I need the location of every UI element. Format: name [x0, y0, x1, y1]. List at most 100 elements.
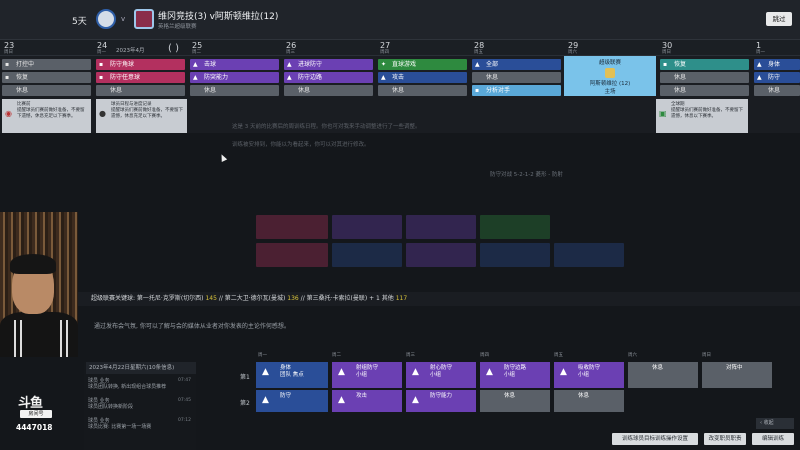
news-item[interactable]: 球员 业务 球员团队转换, 新出现组合球员推荐 — [88, 378, 188, 390]
day-name: 周二 — [192, 50, 201, 55]
row-label: 第2 — [240, 400, 250, 407]
away-crest-icon — [134, 9, 154, 29]
week-header: 周三 — [406, 353, 415, 358]
session-cell[interactable]: ✦ 直球游戏 — [378, 59, 467, 70]
session-cell[interactable]: 休息 — [472, 72, 561, 83]
bg-session — [480, 243, 550, 267]
info-card[interactable]: ● 球员日程与进度记录 提醒球员们赛前做好准备，不要留下遗憾，休息充足以下赛季。 — [96, 99, 187, 133]
calendar-day[interactable]: 29 周六 — [564, 40, 657, 56]
schedule-cell[interactable]: 休息 — [554, 390, 624, 412]
room-id: 4447018 — [16, 423, 53, 432]
schedule-cell[interactable]: 对阵中 — [702, 362, 772, 388]
session-cell[interactable]: 休息 — [378, 85, 467, 96]
schedule-cell[interactable]: ▲ 防守边路 小组 — [480, 362, 550, 388]
skip-button[interactable]: 跳过 — [766, 12, 792, 26]
calendar-day[interactable]: 28 周五 — [470, 40, 563, 56]
attack-icon: ▲ — [193, 74, 198, 81]
calendar-day[interactable]: 27 周四 — [376, 40, 469, 56]
session-cell[interactable]: 休息 — [660, 72, 749, 83]
defend-icon: ▲ — [486, 367, 493, 377]
attack-icon: ▲ — [193, 61, 198, 68]
opponent-crest-icon — [605, 68, 615, 78]
bg-session — [406, 215, 476, 239]
info-card[interactable]: ◉ 比赛前 提醒球员们赛前做好准备，不要留下遗憾，休息充足以下赛季。 — [2, 99, 91, 133]
defend-icon: ▲ — [287, 61, 292, 68]
news-item[interactable]: 球员 业务 球员团队转换新阶段 — [88, 398, 188, 410]
session-cell[interactable]: 休息 — [2, 85, 91, 96]
schedule-cell[interactable]: 休息 — [628, 362, 698, 388]
session-cell[interactable]: ▲ 进球防守 — [284, 59, 373, 70]
press-conference-row[interactable]: 通过发布会气氛, 你可以了解与会的媒体从业者对你发表的主论作何感想。 — [78, 320, 800, 334]
session-cell[interactable]: ▲ 防突能力 — [190, 72, 279, 83]
bg-help-text: 训练被安排到，你能以为看起来，你可以对其进行修改。 — [232, 142, 370, 148]
schedule-cell[interactable]: ▲ 射心防守 小组 — [406, 362, 476, 388]
schedule-cell[interactable]: ▲ 防守能力 — [406, 390, 476, 412]
session-cell[interactable]: 休息 — [754, 85, 800, 96]
session-cell[interactable]: ▲ 全部 — [472, 59, 561, 70]
vs-label: v — [121, 15, 126, 23]
training-settings-button[interactable]: 训练球员目标训练操作设置 — [612, 433, 698, 445]
day-name: 周六 — [568, 50, 577, 55]
session-cell[interactable]: 休息 — [96, 85, 185, 96]
session-cell[interactable]: ▲ 防守边路 — [284, 72, 373, 83]
bg-session — [554, 243, 624, 267]
schedule-cell[interactable]: ▲ 身体 团队 焦点 — [256, 362, 328, 388]
fixture-card[interactable]: 超级联赛 阿斯顿维拉 (12) 主场 — [564, 56, 656, 96]
change-staff-button[interactable]: 改变职员职责 — [704, 433, 746, 445]
recovery-icon: ▪ — [663, 61, 668, 68]
schedule-cell[interactable]: ▲ 防守 — [256, 390, 328, 412]
session-cell[interactable]: 休息 — [284, 85, 373, 96]
info-card-text: 提醒球员们赛前做好准备，不要留下遗憾，休息充足以下赛季。 — [17, 108, 85, 119]
calendar-day[interactable]: 25 周二 — [188, 40, 281, 56]
bg-tactic-scheme: 防守对战 5-2-1-2 菱形 - 防射 — [490, 172, 563, 178]
info-card-text: 提醒球员们赛前做好准备，不要留下遗憾，休息以下赛季。 — [671, 108, 743, 119]
news-time: 07:12 — [178, 418, 191, 423]
schedule-cell[interactable]: 休息 — [480, 390, 550, 412]
calendar-icon: ▣ — [659, 109, 667, 118]
bg-session — [332, 215, 402, 239]
collapse-button[interactable]: ‹ 收起 — [756, 418, 794, 429]
schedule-cell[interactable]: ▲ 攻击 — [332, 390, 402, 412]
session-cell[interactable]: ▪ 防守任意球 — [96, 72, 185, 83]
fixture-competition: 超级联赛 — [598, 60, 621, 66]
session-cell[interactable]: ▲ 防守 — [754, 72, 800, 83]
training-icon: ▪ — [5, 61, 10, 68]
fixture-venue: 主场 — [604, 89, 616, 95]
session-cell[interactable]: ▲ 攻击 — [378, 72, 467, 83]
edit-training-button[interactable]: 编辑训练 — [752, 433, 794, 445]
bg-session — [332, 243, 402, 267]
news-header[interactable]: 2023年4月22日星期六(10条信息) — [86, 362, 196, 374]
info-card[interactable]: ▣ 全球期 提醒球员们赛前做好准备，不要留下遗憾，休息以下赛季。 — [656, 99, 748, 133]
home-crest-icon — [96, 9, 116, 29]
attack-icon: ▲ — [381, 74, 386, 81]
match-title[interactable]: 维冈竞技(3) v阿斯顿维拉(12) — [158, 9, 278, 22]
session-cell[interactable]: ▪ 防守角球 — [96, 59, 185, 70]
month-label: 2023年4月 — [116, 48, 145, 54]
calendar-day[interactable]: 26 周三 — [282, 40, 375, 56]
schedule-cell[interactable]: ▲ 吸收防守 小组 — [554, 362, 624, 388]
bg-session — [256, 243, 328, 267]
day-name: 周四 — [380, 50, 389, 55]
session-cell[interactable]: ▲ 身体 — [754, 59, 800, 70]
bg-help-text: 这是 3 天前的比赛后的周训练日程。你也可对我来手动调整进行了一些调整。 — [232, 124, 421, 130]
news-item[interactable]: 球员 业务 球员比赛: 比赛第一场一场赛 — [88, 418, 188, 430]
fitness-icon: ▲ — [262, 367, 269, 377]
session-cell[interactable]: ▪ 分析对手 — [472, 85, 561, 96]
calendar-day[interactable]: 23 周日 — [0, 40, 93, 56]
news-time: 07:45 — [178, 398, 191, 403]
calendar-day[interactable]: 1 周一 — [752, 40, 800, 56]
session-cell[interactable]: 休息 — [660, 85, 749, 96]
schedule-cell[interactable]: ▲ 射组防守 小组 — [332, 362, 402, 388]
match-header: 5天 v 维冈竞技(3) v阿斯顿维拉(12) 英格兰超级联赛 跳过 — [0, 0, 800, 40]
loading-icon: ( ) — [168, 43, 179, 54]
bg-session — [256, 215, 328, 239]
session-cell[interactable]: ▪ 打控中 — [2, 59, 91, 70]
attack-icon: ▲ — [338, 395, 345, 405]
day-name: 周日 — [4, 50, 13, 55]
session-cell[interactable]: ▪ 恢复 — [660, 59, 749, 70]
session-cell[interactable]: 休息 — [190, 85, 279, 96]
calendar-day[interactable]: 30 周日 — [658, 40, 751, 56]
days-remaining: 5天 — [72, 17, 87, 27]
session-cell[interactable]: ▲ 击球 — [190, 59, 279, 70]
session-cell[interactable]: ▪ 恢复 — [2, 72, 91, 83]
